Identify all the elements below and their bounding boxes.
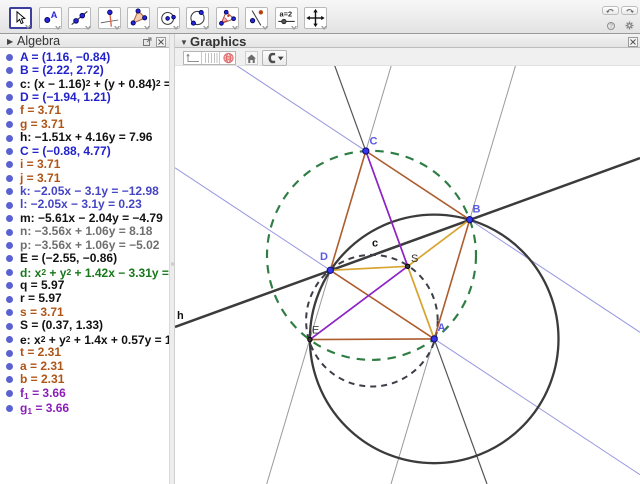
svg-text:a=2: a=2: [279, 10, 292, 19]
svg-text:C: C: [370, 136, 378, 148]
svg-text:B: B: [473, 204, 481, 216]
svg-text:h: h: [177, 310, 184, 322]
svg-text:A: A: [438, 322, 446, 334]
svg-text:c: c: [372, 238, 378, 250]
svg-text:A: A: [50, 10, 57, 20]
svg-text:S: S: [411, 253, 418, 265]
svg-text:D: D: [320, 251, 328, 263]
svg-text:E: E: [312, 325, 319, 337]
